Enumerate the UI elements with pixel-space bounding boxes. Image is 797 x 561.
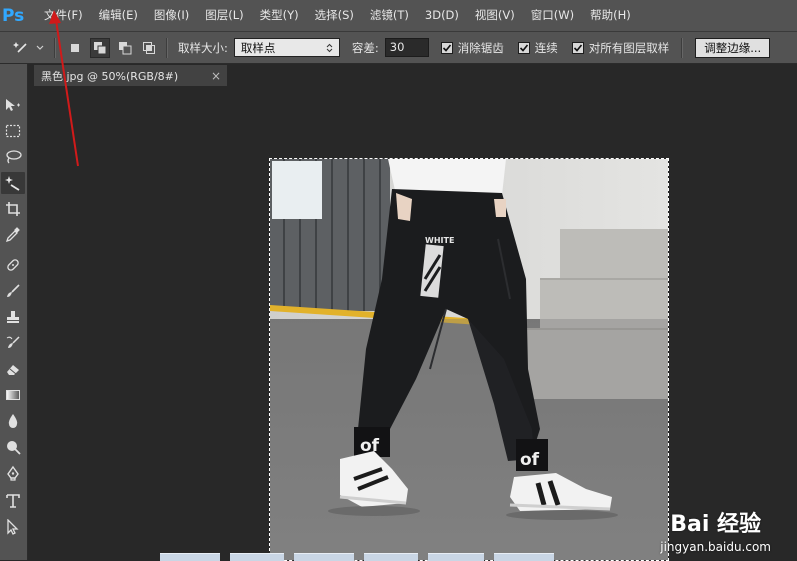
tool-lasso[interactable] bbox=[1, 146, 25, 168]
marquee-icon bbox=[5, 124, 21, 138]
tool-marquee[interactable] bbox=[1, 120, 25, 142]
menu-type[interactable]: 类型(Y) bbox=[252, 0, 307, 31]
dodge-icon bbox=[7, 441, 21, 455]
gradient-icon bbox=[6, 390, 20, 400]
menu-file[interactable]: 文件(F) bbox=[36, 0, 91, 31]
tool-move[interactable] bbox=[1, 94, 25, 116]
sample-size-value: 取样点 bbox=[240, 40, 276, 55]
separator bbox=[681, 37, 684, 58]
sample-all-layers-checkbox[interactable] bbox=[571, 41, 584, 54]
taskbar-strip bbox=[160, 553, 750, 561]
baidu-watermark: Bai 经验 jingyan.baidu.com bbox=[660, 506, 771, 554]
tool-clone-stamp[interactable] bbox=[1, 306, 25, 328]
sample-all-layers-label: 对所有图层取样 bbox=[588, 40, 670, 55]
clone-stamp-icon bbox=[7, 311, 19, 323]
eraser-icon bbox=[7, 365, 19, 375]
healing-brush-icon bbox=[7, 259, 19, 271]
intersect-selection-icon bbox=[143, 41, 155, 54]
anti-alias-checkbox[interactable] bbox=[440, 41, 453, 54]
watermark-brand: Bai 经验 bbox=[670, 512, 762, 537]
tool-eraser[interactable] bbox=[1, 358, 25, 380]
add-selection-icon bbox=[94, 41, 107, 54]
blur-icon bbox=[8, 414, 18, 428]
menu-help[interactable]: 帮助(H) bbox=[582, 0, 639, 31]
photo-kids-jeans: WHITE of of bbox=[270, 159, 668, 560]
canvas-area[interactable]: WHITE of of Bai 经验 jingyan.baidu.com bbox=[28, 86, 797, 561]
tool-dodge[interactable] bbox=[1, 436, 25, 458]
tool-history-brush[interactable] bbox=[1, 332, 25, 354]
brush-icon bbox=[7, 284, 20, 297]
crop-icon bbox=[6, 202, 20, 216]
menu-layer[interactable]: 图层(L) bbox=[197, 0, 251, 31]
menu-items: 文件(F) 编辑(E) 图像(I) 图层(L) 类型(Y) 选择(S) 滤镜(T… bbox=[36, 0, 639, 31]
add-to-selection-button[interactable] bbox=[90, 37, 110, 58]
type-icon bbox=[6, 494, 20, 508]
refine-edge-button[interactable]: 调整边缘... bbox=[695, 37, 771, 58]
menu-edit[interactable]: 编辑(E) bbox=[91, 0, 146, 31]
document-tab-bar: 黑色.jpg @ 50%(RGB/8#) × bbox=[28, 64, 797, 86]
menu-image[interactable]: 图像(I) bbox=[146, 0, 197, 31]
menu-view[interactable]: 视图(V) bbox=[467, 0, 523, 31]
sample-size-select[interactable]: 取样点 bbox=[233, 38, 340, 57]
anti-alias-option[interactable]: 消除锯齿 bbox=[440, 40, 504, 56]
intersect-selection-button[interactable] bbox=[140, 39, 158, 57]
menu-filter[interactable]: 滤镜(T) bbox=[362, 0, 417, 31]
tool-healing-brush[interactable] bbox=[1, 254, 25, 276]
chevron-down-icon bbox=[36, 45, 44, 50]
tools-panel bbox=[0, 64, 28, 560]
history-brush-icon bbox=[6, 336, 20, 348]
tool-crop[interactable] bbox=[1, 198, 25, 220]
up-down-chevron-icon bbox=[326, 43, 333, 52]
path-selection-icon bbox=[7, 519, 19, 535]
new-selection-icon bbox=[71, 43, 79, 52]
menu-3d[interactable]: 3D(D) bbox=[417, 0, 467, 31]
check-icon bbox=[442, 43, 451, 52]
sample-size-label: 取样大小: bbox=[178, 40, 228, 55]
sample-all-layers-option[interactable]: 对所有图层取样 bbox=[571, 40, 670, 56]
contiguous-label: 连续 bbox=[534, 40, 558, 55]
lasso-icon bbox=[6, 150, 22, 164]
pants-logo-text: WHITE bbox=[425, 236, 454, 245]
contiguous-checkbox[interactable] bbox=[517, 41, 530, 54]
anti-alias-label: 消除锯齿 bbox=[457, 40, 504, 55]
menu-bar: Ps 文件(F) 编辑(E) 图像(I) 图层(L) 类型(Y) 选择(S) 滤… bbox=[0, 0, 797, 32]
separator bbox=[54, 37, 56, 58]
tool-pen[interactable] bbox=[1, 462, 25, 484]
document-tab[interactable]: 黑色.jpg @ 50%(RGB/8#) × bbox=[34, 65, 227, 86]
magic-wand-icon bbox=[5, 176, 20, 191]
close-icon[interactable]: × bbox=[211, 69, 221, 83]
check-icon bbox=[573, 43, 582, 52]
tool-magic-wand[interactable] bbox=[1, 172, 25, 194]
move-icon bbox=[6, 99, 20, 111]
subtract-from-selection-button[interactable] bbox=[116, 39, 134, 57]
magic-wand-icon bbox=[13, 41, 27, 53]
contiguous-option[interactable]: 连续 bbox=[517, 40, 558, 56]
check-icon bbox=[519, 43, 528, 52]
menu-window[interactable]: 窗口(W) bbox=[523, 0, 582, 31]
document-image[interactable]: WHITE of of bbox=[269, 158, 669, 561]
tool-gradient[interactable] bbox=[1, 384, 25, 406]
app-logo: Ps bbox=[2, 5, 25, 26]
new-selection-button[interactable] bbox=[66, 39, 84, 57]
pen-icon bbox=[7, 465, 19, 481]
tool-blur[interactable] bbox=[1, 410, 25, 432]
tool-brush[interactable] bbox=[1, 280, 25, 302]
tool-eyedropper[interactable] bbox=[1, 224, 25, 246]
right-cuff-text: of bbox=[520, 450, 540, 470]
tool-type[interactable] bbox=[1, 490, 25, 512]
tool-path-selection[interactable] bbox=[1, 516, 25, 538]
options-bar: 取样大小: 取样点 容差: 30 消除锯齿 连续 对所有图层取样 调整边缘... bbox=[0, 32, 797, 64]
tolerance-input[interactable]: 30 bbox=[384, 38, 429, 57]
document-tab-title: 黑色.jpg @ 50%(RGB/8#) bbox=[41, 69, 179, 83]
menu-select[interactable]: 选择(S) bbox=[307, 0, 362, 31]
eyedropper-icon bbox=[5, 227, 20, 243]
watermark-url: jingyan.baidu.com bbox=[660, 540, 771, 554]
separator bbox=[166, 37, 168, 58]
tolerance-label: 容差: bbox=[351, 40, 379, 55]
subtract-selection-icon bbox=[119, 41, 132, 54]
tool-preset-picker[interactable] bbox=[12, 39, 44, 57]
